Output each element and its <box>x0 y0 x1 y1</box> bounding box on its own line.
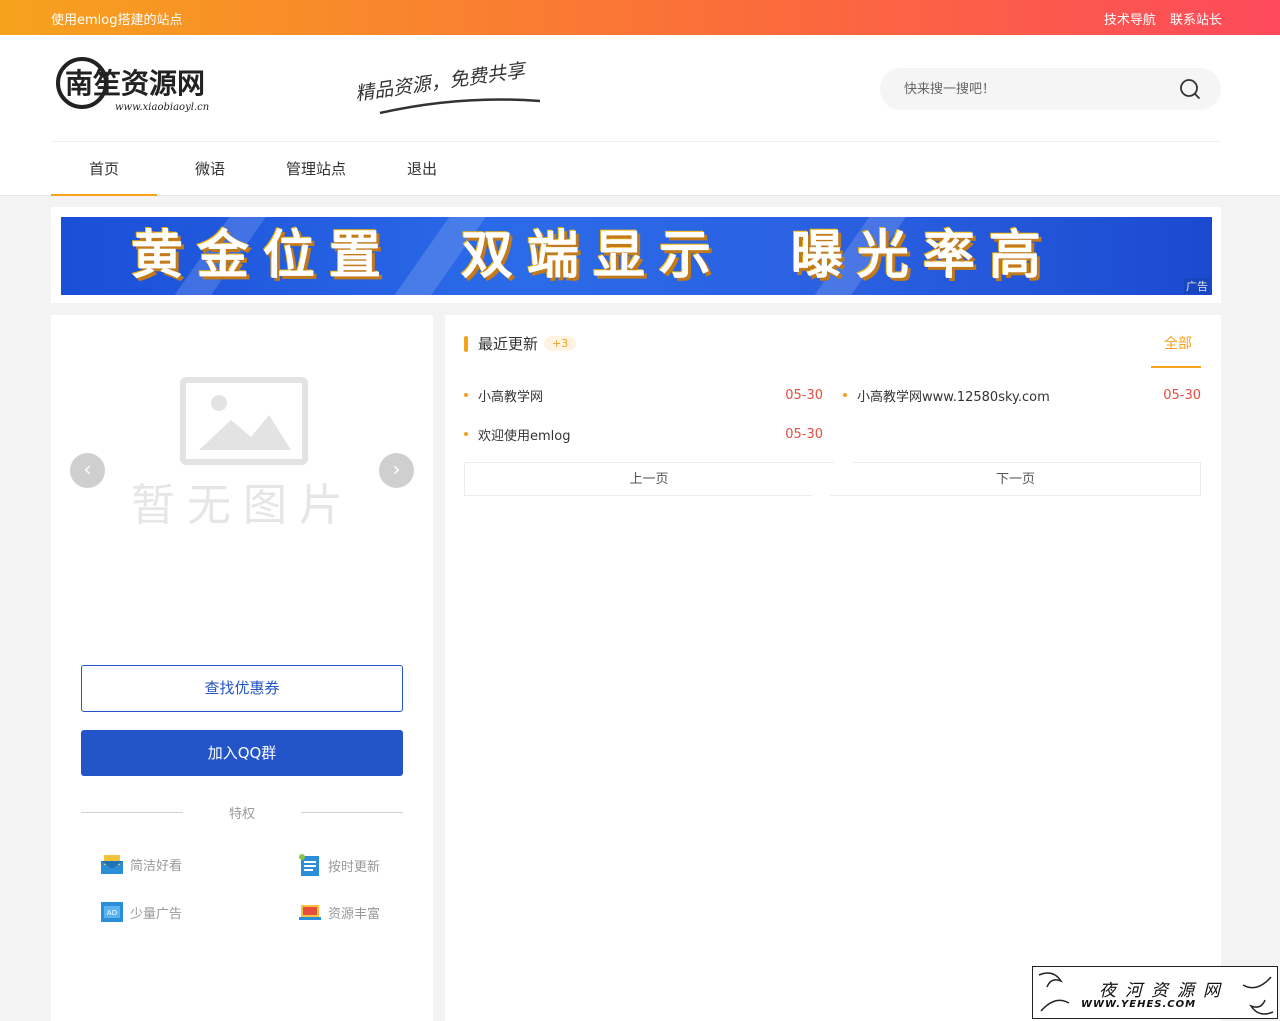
list-item[interactable]: 欢迎使用emlog 05-30 <box>464 424 823 444</box>
recent-updates-panel: 最近更新 +3 全部 小高教学网 05-30 小高教学网www.12580sky… <box>445 315 1221 1021</box>
feature-label: 简洁好看 <box>130 858 183 874</box>
feature-rich-resources: 资源丰富 <box>298 901 380 923</box>
search-icon[interactable] <box>1179 78 1201 100</box>
feature-timely-update: 按时更新 <box>298 853 380 877</box>
envelope-icon <box>101 855 123 874</box>
slogan-text: 精品资源，免费共享 <box>354 59 529 105</box>
tech-nav-link[interactable]: 技术导航 <box>1104 13 1156 28</box>
bullet <box>464 393 468 397</box>
view-all-underline <box>1151 366 1201 368</box>
top-bar: 使用emlog搭建的站点 技术导航 联系站长 <box>0 0 1280 35</box>
no-image-placeholder: 暂无图片 <box>131 377 355 531</box>
find-coupon-button[interactable]: 查找优惠券 <box>81 665 403 712</box>
nav-item-microblog[interactable]: 微语 <box>157 142 263 196</box>
section-accent-bar <box>464 335 468 352</box>
site-header: 南笙资源网 www.xiaobiaoyl.cn 精品资源，免费共享 首页 微语 … <box>0 35 1280 196</box>
site-name[interactable]: 使用emlog搭建的站点 <box>51 9 182 28</box>
logo-url: www.xiaobiaoyl.cn <box>115 102 209 113</box>
ad-icon: AD <box>101 902 123 922</box>
sidebar: 暂无图片 ‹ › 查找优惠券 加入QQ群 特权 简洁好看 按时更新 AD 少量广… <box>51 315 433 1021</box>
feature-label: 少量广告 <box>130 906 183 922</box>
nav-item-home[interactable]: 首页 <box>51 142 157 196</box>
banner-text: 黄金位置 双端显示 曝光率高 <box>131 225 1056 286</box>
nav-item-admin[interactable]: 管理站点 <box>263 142 369 196</box>
carousel-prev-button[interactable]: ‹ <box>70 453 105 488</box>
section-title: 最近更新 <box>478 335 539 353</box>
post-title[interactable]: 小高教学网www.12580sky.com <box>857 386 1050 405</box>
carousel-next-button[interactable]: › <box>379 453 414 488</box>
list-item[interactable]: 小高教学网 05-30 <box>464 385 823 405</box>
feature-label: 资源丰富 <box>328 906 381 922</box>
slogan-image: 精品资源，免费共享 <box>354 59 541 115</box>
bullet <box>843 393 847 397</box>
top-links: 技术导航 联系站长 <box>1094 9 1222 28</box>
post-title[interactable]: 欢迎使用emlog <box>478 425 570 444</box>
prev-page-button[interactable]: 上一页 <box>464 462 834 496</box>
watermark-url: WWW.YEHES.COM <box>1081 999 1197 1010</box>
ad-banner[interactable]: 黄金位置 双端显示 曝光率高 广告 <box>61 217 1212 295</box>
feature-label: 按时更新 <box>328 859 381 875</box>
contact-admin-link[interactable]: 联系站长 <box>1170 13 1222 28</box>
next-page-button[interactable]: 下一页 <box>830 462 1201 496</box>
join-qq-group-button[interactable]: 加入QQ群 <box>81 730 403 776</box>
post-date: 05-30 <box>1163 387 1201 403</box>
bullet <box>464 432 468 436</box>
svg-text:AD: AD <box>107 909 117 917</box>
main-nav: 首页 微语 管理站点 退出 <box>51 142 475 196</box>
feature-clean: 简洁好看 <box>100 853 182 875</box>
section-header: 最近更新 +3 <box>464 333 577 354</box>
post-title[interactable]: 小高教学网 <box>478 386 543 405</box>
laptop-icon <box>299 905 321 920</box>
site-logo[interactable]: 南笙资源网 www.xiaobiaoyl.cn <box>55 55 235 117</box>
banner-container: 黄金位置 双端显示 曝光率高 广告 <box>51 207 1221 303</box>
clipboard-icon <box>299 854 319 876</box>
post-date: 05-30 <box>785 426 823 442</box>
divider-line <box>301 812 403 813</box>
no-image-text: 暂无图片 <box>131 480 355 531</box>
nav-item-logout[interactable]: 退出 <box>369 142 475 196</box>
watermark: 夜河资源网 WWW.YEHES.COM <box>1032 966 1278 1019</box>
count-badge: +3 <box>544 336 577 351</box>
logo-text: 南笙资源网 <box>65 67 205 100</box>
list-item[interactable]: 小高教学网www.12580sky.com 05-30 <box>843 385 1201 405</box>
feature-few-ads: AD 少量广告 <box>100 901 182 923</box>
ad-label: 广告 <box>1184 278 1210 294</box>
post-date: 05-30 <box>785 387 823 403</box>
view-all-link[interactable]: 全部 <box>1164 333 1192 353</box>
watermark-title: 夜河资源网 <box>1099 981 1229 1001</box>
search-input[interactable] <box>880 68 1170 110</box>
search-box <box>880 68 1221 110</box>
